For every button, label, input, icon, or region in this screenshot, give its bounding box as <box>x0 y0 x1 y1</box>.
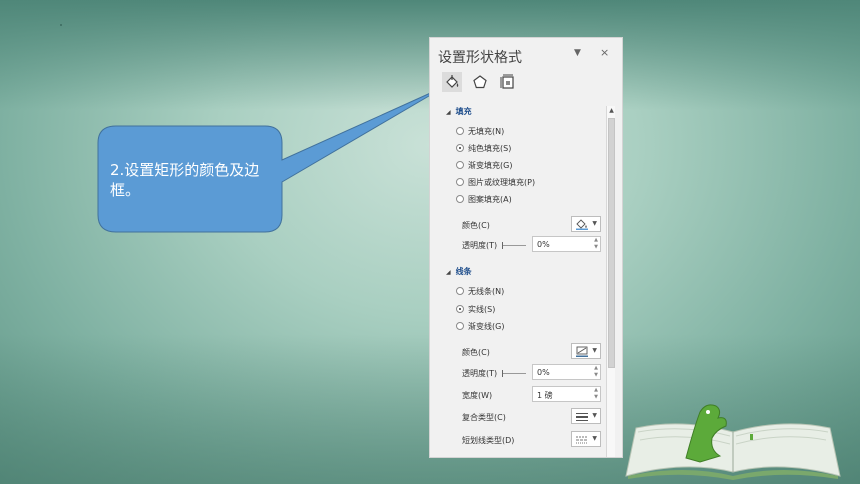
paint-bucket-icon[interactable] <box>442 72 462 92</box>
radio-circle-selected <box>456 305 464 313</box>
line-width-input[interactable]: 1 磅 ▲ ▼ <box>532 386 601 402</box>
radio-solid-fill[interactable]: 纯色填充(S) <box>456 142 511 154</box>
scroll-up-icon[interactable]: ▲ <box>607 106 616 115</box>
chevron-down-icon: ▼ <box>592 220 597 227</box>
radio-picture-fill[interactable]: 图片或纹理填充(P) <box>456 176 535 188</box>
size-layout-icon[interactable] <box>498 72 518 92</box>
radio-label: 纯色填充(S) <box>468 143 512 153</box>
fill-transparency-label: 透明度(T) <box>462 241 498 250</box>
radio-circle <box>456 178 464 186</box>
radio-no-line[interactable]: 无线条(N) <box>456 285 504 297</box>
section-fill-title: 填充 <box>455 107 472 116</box>
radio-circle-selected <box>456 144 464 152</box>
dash-type-label: 短划线类型(D) <box>462 436 515 445</box>
caret-down-icon[interactable]: ▼ <box>574 48 581 58</box>
section-line-header[interactable]: ◢ 线条 <box>446 266 472 277</box>
chevron-down-icon: ▼ <box>592 435 597 442</box>
spin-arrows-icon[interactable]: ▲ ▼ <box>594 387 598 401</box>
line-color-label: 颜色(C) <box>462 348 490 357</box>
line-transparency-label: 透明度(T) <box>462 369 498 378</box>
radio-circle <box>456 161 464 169</box>
radio-label: 无线条(N) <box>468 286 505 296</box>
line-color-button[interactable]: ▼ <box>571 343 601 359</box>
callout-text: 2.设置矩形的颜色及边框。 <box>110 161 260 199</box>
radio-label: 图案填充(A) <box>468 194 512 204</box>
radio-label: 渐变线(G) <box>468 321 505 331</box>
line-transparency-slider[interactable] <box>502 370 526 377</box>
radio-gradient-line[interactable]: 渐变线(G) <box>456 320 504 332</box>
radio-solid-line[interactable]: 实线(S) <box>456 303 495 315</box>
fill-color-button[interactable]: ▼ <box>571 216 601 232</box>
radio-pattern-fill[interactable]: 图案填充(A) <box>456 193 512 205</box>
spin-value: 1 磅 <box>537 391 553 400</box>
dash-lines-icon <box>576 436 588 444</box>
chevron-down-icon: ▼ <box>592 347 597 354</box>
fill-transparency-slider[interactable] <box>502 242 526 249</box>
collapse-triangle-icon: ◢ <box>446 109 451 116</box>
spin-value: 0% <box>537 240 550 249</box>
fill-transparency-input[interactable]: 0% ▲ ▼ <box>532 236 601 252</box>
radio-label: 渐变填充(G) <box>468 160 513 170</box>
radio-gradient-fill[interactable]: 渐变填充(G) <box>456 159 512 171</box>
chevron-down-icon: ▼ <box>592 412 597 419</box>
spin-arrows-icon[interactable]: ▲ ▼ <box>594 237 598 251</box>
pen-color-icon <box>576 346 588 357</box>
radio-label: 无填充(N) <box>468 126 505 136</box>
pane-scrollbar[interactable]: ▲ <box>606 106 616 457</box>
pane-title: 设置形状格式 <box>438 50 522 66</box>
collapse-triangle-icon: ◢ <box>446 269 451 276</box>
spin-value: 0% <box>537 368 550 377</box>
fill-color-label: 颜色(C) <box>462 221 490 230</box>
radio-circle <box>456 287 464 295</box>
radio-circle <box>456 322 464 330</box>
pentagon-icon[interactable] <box>470 72 490 92</box>
radio-label: 实线(S) <box>468 304 496 314</box>
radio-label: 图片或纹理填充(P) <box>468 177 536 187</box>
compound-lines-icon <box>576 413 588 421</box>
line-width-label: 宽度(W) <box>462 391 493 400</box>
section-fill-header[interactable]: ◢ 填充 <box>446 106 472 117</box>
format-shape-pane: 设置形状格式 ▼ × ▲ ◢ 填充 无填充(N) 纯色填充(S) 渐变填充(G) … <box>429 37 623 458</box>
dash-type-button[interactable]: ▼ <box>571 431 601 447</box>
open-book-illustration <box>625 404 841 480</box>
compound-type-label: 复合类型(C) <box>462 413 506 422</box>
radio-circle <box>456 195 464 203</box>
section-line-title: 线条 <box>455 267 472 276</box>
radio-no-fill[interactable]: 无填充(N) <box>456 125 504 137</box>
scroll-thumb[interactable] <box>608 118 615 368</box>
compound-type-button[interactable]: ▼ <box>571 408 601 424</box>
close-icon[interactable]: × <box>600 46 609 59</box>
line-transparency-input[interactable]: 0% ▲ ▼ <box>532 364 601 380</box>
spin-arrows-icon[interactable]: ▲ ▼ <box>594 365 598 379</box>
fill-bucket-icon <box>576 219 588 230</box>
radio-circle <box>456 127 464 135</box>
